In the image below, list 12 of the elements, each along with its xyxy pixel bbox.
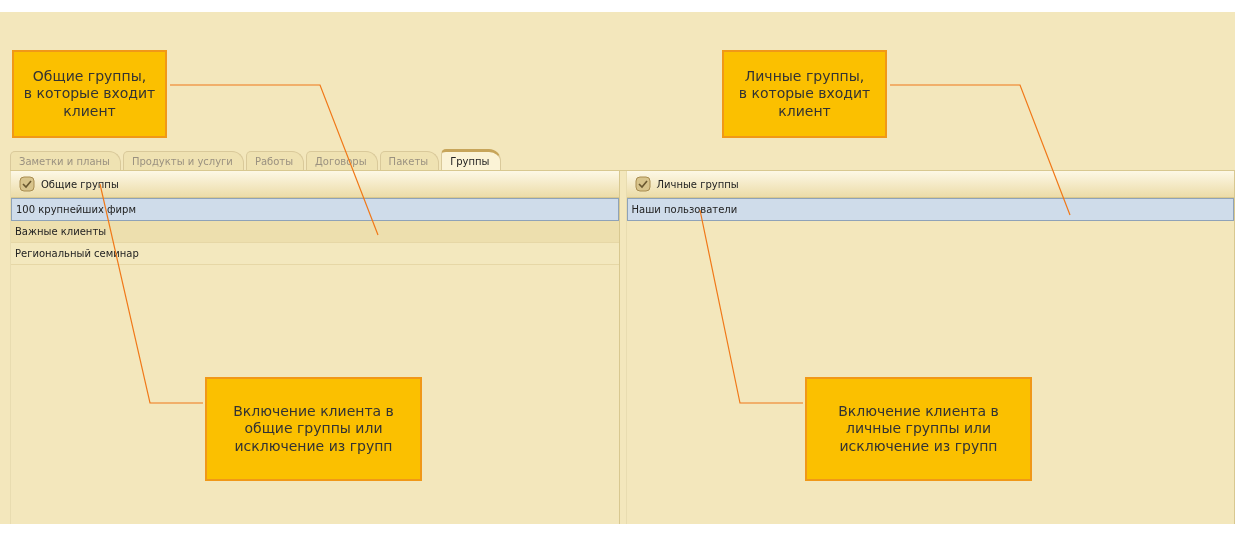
panel-title: Общие группы	[41, 178, 119, 190]
checkbox-icon	[634, 176, 651, 192]
callout-box: Включение клиента в личные группы или исключение из групп	[805, 377, 1032, 481]
list-item[interactable]: 100 крупнейших фирм	[11, 198, 619, 221]
callout-box: Личные группы, в которые входит клиент	[722, 50, 887, 138]
panel-title: Личные группы	[656, 178, 739, 190]
callout-box: Общие группы, в которые входит клиент	[12, 50, 167, 138]
list-item[interactable]: Наши пользователи	[626, 198, 1234, 221]
tab[interactable]: Группы	[441, 149, 501, 170]
checkbox-icon	[19, 176, 35, 192]
callout-box: Включение клиента в общие группы или исключение из групп	[205, 377, 422, 481]
list-item[interactable]: Важные клиенты	[11, 221, 619, 243]
